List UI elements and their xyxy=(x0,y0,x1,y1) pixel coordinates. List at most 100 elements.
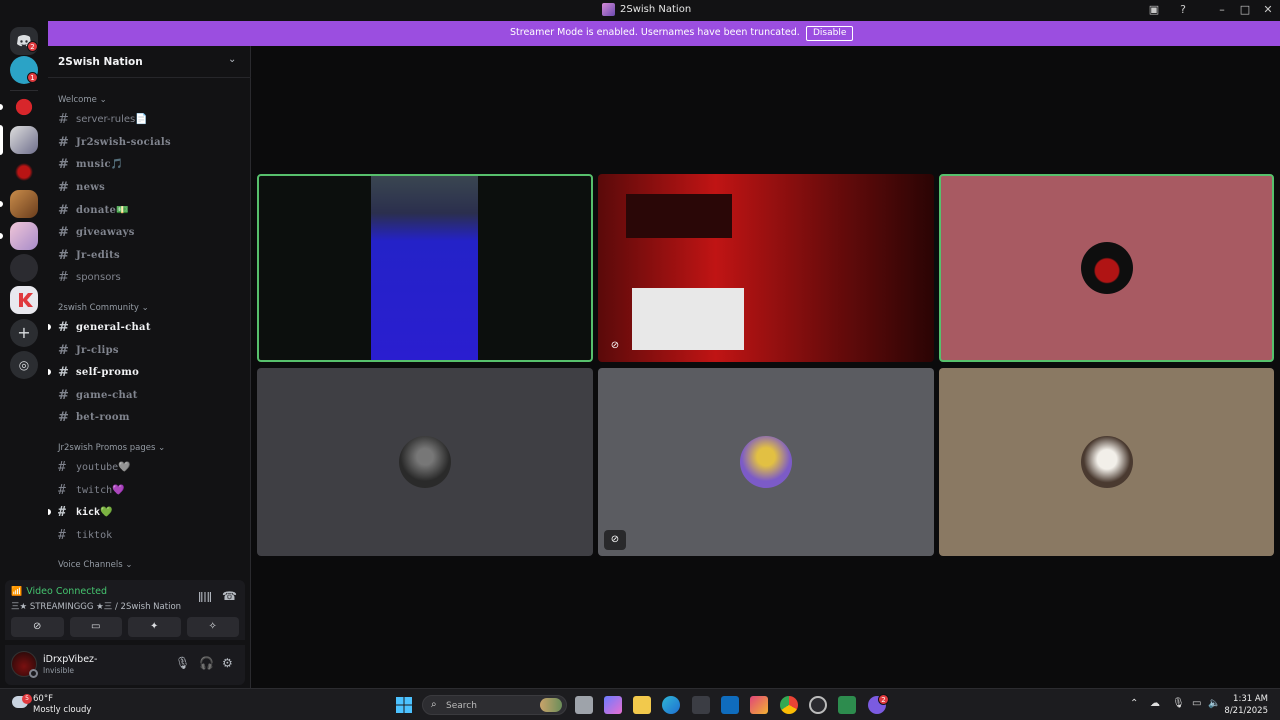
gear-icon[interactable]: ⚙ xyxy=(222,656,233,670)
weather-badge: 5 xyxy=(22,694,32,704)
clock-date: 8/21/2025 xyxy=(1224,706,1268,716)
dm-badge: 2 xyxy=(27,41,38,52)
app-icon-green[interactable] xyxy=(838,696,856,714)
server-icon-emoji[interactable] xyxy=(10,254,38,282)
file-explorer-icon[interactable] xyxy=(633,696,651,714)
store-icon[interactable] xyxy=(692,696,710,714)
search-box[interactable]: ⌕ Search xyxy=(422,695,567,715)
sparkle-icon: ✧ xyxy=(208,621,217,632)
microphone-icon[interactable]: 🎙 xyxy=(175,656,190,670)
soundboard-button[interactable]: ✧ xyxy=(186,617,239,637)
category-voice[interactable]: Voice Channels ⌄ xyxy=(58,560,132,570)
hash-icon: # xyxy=(58,156,70,172)
disconnect-icon[interactable]: ☎ xyxy=(222,589,237,603)
mute-icon: ⊘ xyxy=(610,340,620,351)
discord-taskbar-badge: 2 xyxy=(878,694,889,705)
chrome-icon[interactable] xyxy=(780,696,798,714)
hash-icon: # xyxy=(58,527,66,543)
channel-giveaways[interactable]: # giveaways xyxy=(58,222,243,242)
channel-general-chat[interactable]: # general-chat xyxy=(58,317,243,337)
title-bar: 2Swish Nation ▣ ? – □ ✕ xyxy=(0,0,1280,21)
unread-pill xyxy=(0,104,3,110)
channel-server-rules[interactable]: # server-rules📄 xyxy=(58,109,243,129)
channel-kick[interactable]: # kick💚 xyxy=(58,502,243,522)
headphones-icon[interactable]: 🎧 xyxy=(199,656,214,670)
hash-icon: # xyxy=(58,364,70,380)
channel-game-chat[interactable]: # game-chat xyxy=(58,385,243,405)
video-tile-6[interactable] xyxy=(939,368,1274,556)
channel-youtube[interactable]: # youtube🩶 xyxy=(58,457,243,477)
channel-self-promo[interactable]: # self-promo xyxy=(58,362,243,382)
screenshare-button[interactable]: ▭ xyxy=(69,617,122,637)
video-tile-5[interactable]: ⊘ xyxy=(598,368,934,556)
server-icon-sb[interactable] xyxy=(10,93,38,121)
server-icon-pink[interactable] xyxy=(10,222,38,250)
obs-icon[interactable] xyxy=(809,696,827,714)
server-header[interactable]: 2Swish Nation ⌄ xyxy=(48,46,251,78)
copilot-icon[interactable] xyxy=(604,696,622,714)
tv-screen xyxy=(632,288,744,350)
windows-start-icon[interactable] xyxy=(395,696,413,714)
window-title: 2Swish Nation xyxy=(602,3,691,16)
close-window-button[interactable]: ✕ xyxy=(1261,3,1275,17)
inbox-icon[interactable]: ▣ xyxy=(1147,3,1161,17)
discover-icon[interactable]: ◎ xyxy=(10,351,38,379)
onedrive-icon[interactable]: ☁ xyxy=(1150,698,1160,709)
server-icon-anime[interactable] xyxy=(10,190,38,218)
channel-sponsors[interactable]: # sponsors xyxy=(58,267,243,287)
avatar xyxy=(740,436,792,488)
chevron-up-icon[interactable]: ⌃ xyxy=(1130,698,1138,709)
username[interactable]: iDrxpVibez- xyxy=(43,654,97,665)
soundboard-icon[interactable]: ǁǀǁ xyxy=(198,590,212,603)
channel-socials[interactable]: # Jr2swish-socials xyxy=(58,132,243,152)
category-welcome[interactable]: Welcome ⌄ xyxy=(58,95,107,105)
video-tile-3[interactable] xyxy=(939,174,1274,362)
category-promos[interactable]: Jr2swish Promos pages ⌄ xyxy=(58,443,165,453)
channel-news[interactable]: # news xyxy=(58,177,243,197)
screenshare-icon: ▭ xyxy=(91,621,101,632)
outlook-icon[interactable] xyxy=(721,696,739,714)
channel-music[interactable]: # music🎵 xyxy=(58,154,243,174)
status-indicator xyxy=(29,669,38,678)
server-icon-k[interactable] xyxy=(10,286,38,314)
channel-bet-room[interactable]: # bet-room xyxy=(58,407,243,427)
channel-clips[interactable]: # Jr-clips xyxy=(58,340,243,360)
channel-tiktok[interactable]: # tiktok xyxy=(58,525,243,545)
video-tile-1[interactable] xyxy=(257,174,593,362)
taskbar: 5 60°F Mostly cloudy ⌕ Search 2 ⌃ ☁ 🎙 ▭ … xyxy=(0,688,1280,720)
weather-condition: Mostly cloudy xyxy=(33,705,92,715)
search-icon: ⌕ xyxy=(431,699,437,710)
signal-icon: 📶 xyxy=(11,586,23,597)
video-tile-4[interactable] xyxy=(257,368,593,556)
video-tile-2[interactable]: ⊘ xyxy=(598,174,934,362)
weather-temp: 60°F xyxy=(33,694,53,704)
server-icon-2swish[interactable] xyxy=(10,126,38,154)
voice-channel-name[interactable]: 三★ STREAMINGGG ★三 / 2Swish Nation xyxy=(11,600,181,612)
clock[interactable]: 1:31 AM 8/21/2025 xyxy=(1222,694,1268,716)
add-server-icon[interactable]: + xyxy=(10,319,38,347)
edge-icon[interactable] xyxy=(662,696,680,714)
display-tray-icon[interactable]: ▭ xyxy=(1192,698,1201,709)
disable-button[interactable]: Disable xyxy=(806,26,854,41)
task-view-icon[interactable] xyxy=(575,696,593,714)
server-icon-red[interactable] xyxy=(10,158,38,186)
unread-indicator xyxy=(48,324,51,330)
user-status: Invisible xyxy=(43,666,74,675)
mic-tray-icon[interactable]: 🎙 xyxy=(1172,698,1185,709)
help-icon[interactable]: ? xyxy=(1176,3,1190,17)
channel-twitch[interactable]: # twitch💜 xyxy=(58,480,243,500)
maximize-button[interactable]: □ xyxy=(1238,3,1252,17)
minimize-button[interactable]: – xyxy=(1215,3,1229,17)
voice-status: 📶 Video Connected xyxy=(11,586,108,597)
m365-icon[interactable] xyxy=(750,696,768,714)
activity-button[interactable]: ✦ xyxy=(128,617,181,637)
avatar xyxy=(399,436,451,488)
video-stage: ⊘ ⊘ xyxy=(251,46,1280,688)
camera-button[interactable]: ⊘ xyxy=(11,617,64,637)
category-community[interactable]: 2swish Community ⌄ xyxy=(58,303,149,313)
channel-donate[interactable]: # donate💵 xyxy=(58,200,243,220)
avatar[interactable] xyxy=(11,651,38,678)
channel-edits[interactable]: # Jr-edits xyxy=(58,245,243,265)
speaker-icon[interactable]: 🔈 xyxy=(1208,698,1220,709)
clock-time: 1:31 AM xyxy=(1233,694,1268,704)
